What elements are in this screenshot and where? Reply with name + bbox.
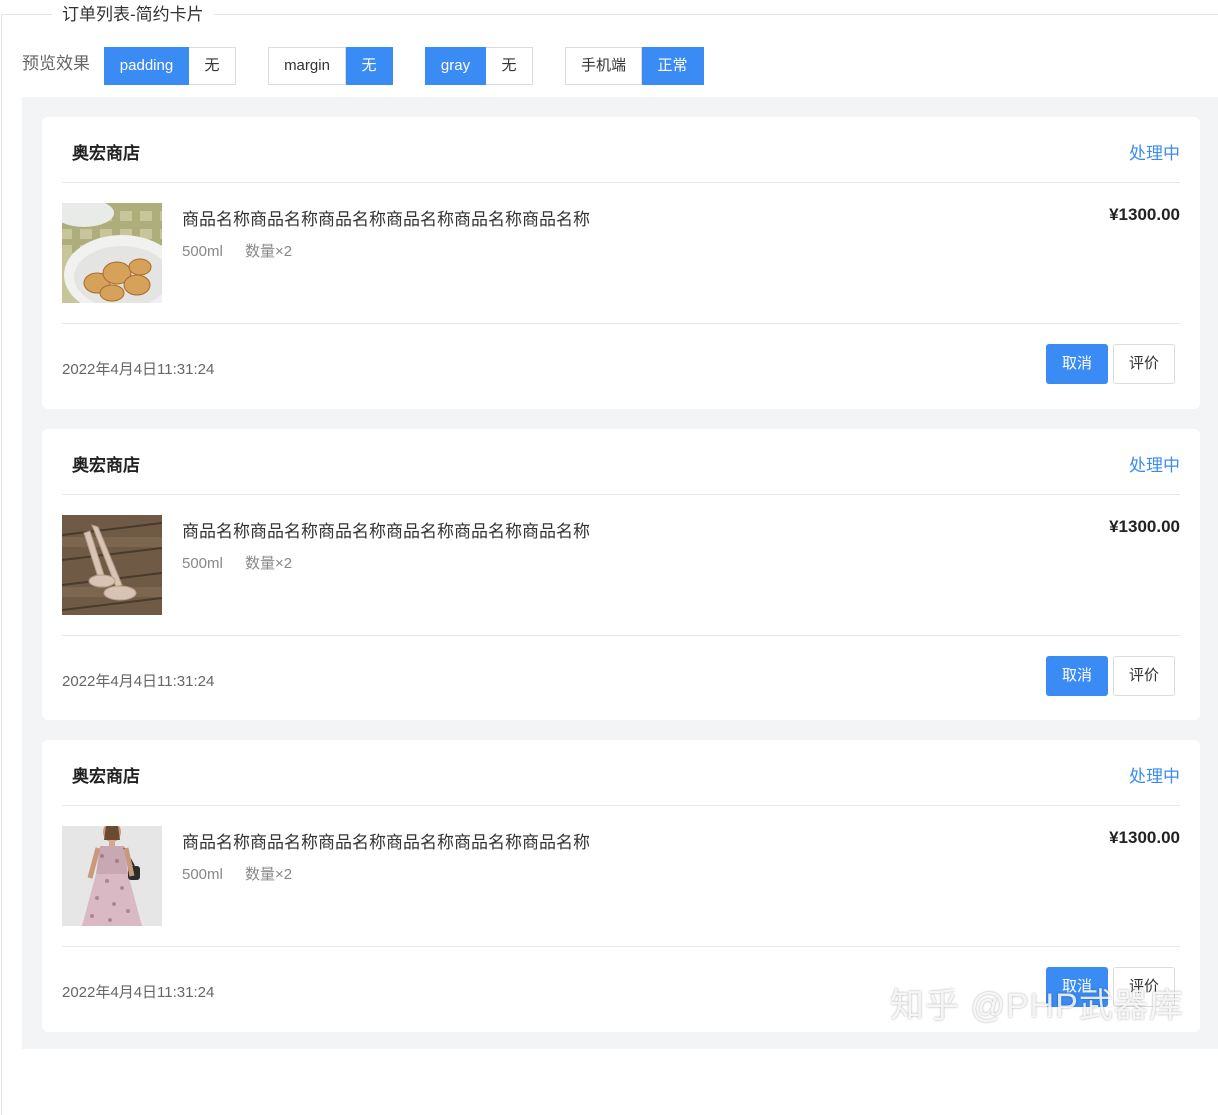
- store-name: 奥宏商店: [72, 767, 140, 786]
- divider: [62, 323, 1180, 324]
- order-status: 处理中: [1129, 144, 1180, 163]
- watermark: 知乎 @PHP武器库: [890, 987, 1184, 1025]
- margin-option-button[interactable]: margin: [268, 47, 346, 85]
- preview-label: 预览效果: [22, 54, 90, 73]
- product-volume: 500ml: [182, 243, 223, 260]
- mobile-option-button[interactable]: 手机端: [565, 47, 642, 85]
- gray-toggle-group: gray 无: [425, 47, 533, 85]
- margin-none-button[interactable]: 无: [346, 47, 393, 85]
- product-spec: 500ml 数量×2: [182, 240, 292, 261]
- product-spec: 500ml 数量×2: [182, 863, 292, 884]
- preview-area: 奥宏商店 处理中 商品名称商品名称商品名称商品名称商品名称商品名称 500ml …: [22, 97, 1218, 1049]
- order-status: 处理中: [1129, 767, 1180, 786]
- divider: [62, 182, 1180, 183]
- rate-button[interactable]: 评价: [1113, 344, 1175, 384]
- product-name: 商品名称商品名称商品名称商品名称商品名称商品名称: [182, 833, 590, 852]
- divider: [62, 946, 1180, 947]
- divider: [62, 494, 1180, 495]
- product-volume: 500ml: [182, 866, 223, 883]
- padding-toggle-group: padding 无: [104, 47, 236, 85]
- order-card: 奥宏商店 处理中 商品名称商品名称商品名称商品名称商品名称商品名称 500ml …: [42, 429, 1200, 720]
- product-image-cookies: [62, 203, 162, 303]
- device-toggle-group: 手机端 正常: [565, 47, 704, 85]
- order-time: 2022年4月4日11:31:24: [62, 673, 215, 690]
- product-price: ¥1300.00: [1109, 205, 1180, 224]
- rate-button[interactable]: 评价: [1113, 656, 1175, 696]
- normal-option-button[interactable]: 正常: [642, 47, 704, 85]
- product-image-sandals: [62, 515, 162, 615]
- order-time: 2022年4月4日11:31:24: [62, 984, 215, 1001]
- cancel-button[interactable]: 取消: [1046, 344, 1108, 384]
- preview-controls: 预览效果 padding 无 margin 无 gray 无 手机端 正常: [22, 47, 736, 85]
- product-name: 商品名称商品名称商品名称商品名称商品名称商品名称: [182, 210, 590, 229]
- gray-option-button[interactable]: gray: [425, 47, 486, 85]
- order-time: 2022年4月4日11:31:24: [62, 361, 215, 378]
- product-quantity: 数量×2: [245, 866, 293, 883]
- product-name: 商品名称商品名称商品名称商品名称商品名称商品名称: [182, 522, 590, 541]
- margin-toggle-group: margin 无: [268, 47, 393, 85]
- product-quantity: 数量×2: [245, 555, 293, 572]
- padding-none-button[interactable]: 无: [189, 47, 236, 85]
- gray-none-button[interactable]: 无: [486, 47, 533, 85]
- order-status: 处理中: [1129, 456, 1180, 475]
- product-volume: 500ml: [182, 555, 223, 572]
- product-price: ¥1300.00: [1109, 517, 1180, 536]
- section-title: 订单列表-简约卡片: [52, 4, 214, 26]
- cancel-button[interactable]: 取消: [1046, 656, 1108, 696]
- product-quantity: 数量×2: [245, 243, 293, 260]
- divider: [62, 635, 1180, 636]
- order-card: 奥宏商店 处理中 商品名称商品名称商品名称商品名称商品名称商品名称 500ml …: [42, 117, 1200, 409]
- padding-option-button[interactable]: padding: [104, 47, 189, 85]
- divider: [62, 805, 1180, 806]
- product-image-dress: [62, 826, 162, 926]
- store-name: 奥宏商店: [72, 456, 140, 475]
- store-name: 奥宏商店: [72, 144, 140, 163]
- product-price: ¥1300.00: [1109, 828, 1180, 847]
- product-spec: 500ml 数量×2: [182, 552, 292, 573]
